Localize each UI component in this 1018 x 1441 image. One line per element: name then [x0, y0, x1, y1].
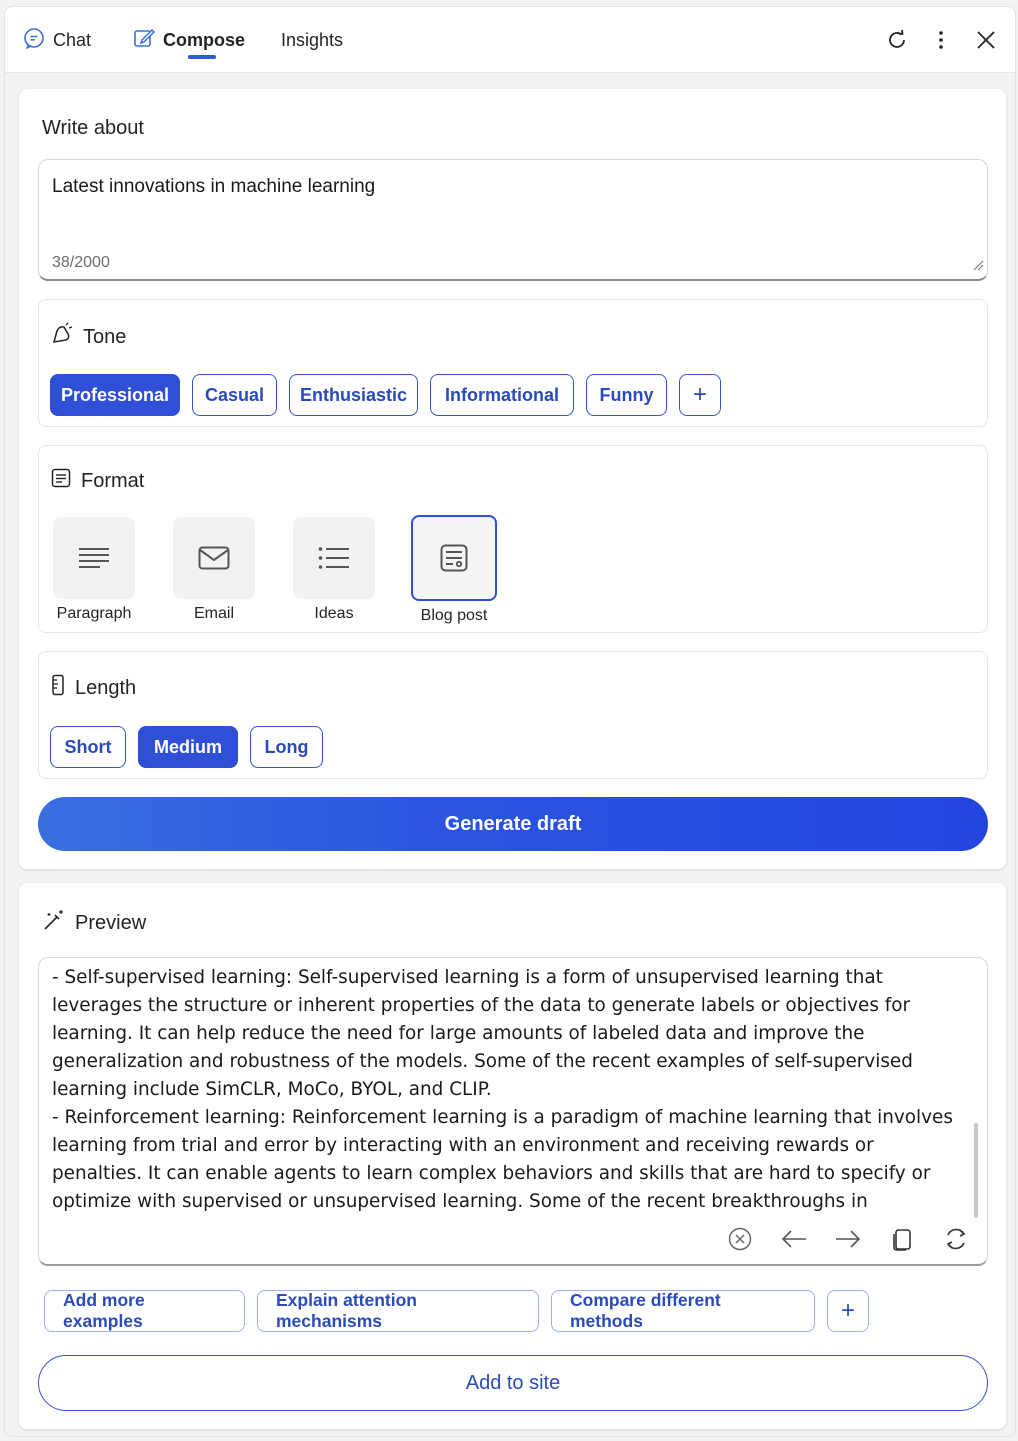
resize-handle-icon[interactable]	[972, 258, 984, 276]
format-label-paragraph: Paragraph	[56, 605, 132, 622]
length-heading: Length	[51, 674, 136, 702]
chat-icon	[23, 27, 53, 54]
length-section: Length Short Medium Long	[38, 651, 988, 779]
tab-chat[interactable]: Chat	[23, 27, 91, 53]
tab-chat-label: Chat	[53, 29, 92, 50]
format-option-blog-post[interactable]: Blog post	[411, 515, 497, 625]
length-chip-medium[interactable]: Medium	[138, 726, 238, 768]
length-chip-short[interactable]: Short	[50, 726, 126, 768]
email-icon	[173, 517, 255, 599]
suggestion-add-more-examples[interactable]: Add more examples	[44, 1290, 245, 1332]
tab-compose-label: Compose	[163, 29, 246, 50]
active-tab-indicator	[188, 55, 216, 59]
format-label-ideas: Ideas	[314, 605, 354, 622]
add-suggestion-button[interactable]: +	[827, 1290, 869, 1332]
close-icon[interactable]	[973, 27, 999, 53]
preview-toolbar	[727, 1226, 969, 1252]
write-about-input[interactable]: Latest innovations in machine learning 3…	[38, 159, 988, 281]
tone-chip-enthusiastic[interactable]: Enthusiastic	[289, 374, 418, 416]
char-counter: 38/2000	[52, 254, 110, 271]
tone-chip-casual[interactable]: Casual	[192, 374, 277, 416]
add-tone-button[interactable]: +	[679, 374, 721, 416]
format-label-email: Email	[193, 605, 234, 622]
paragraph-icon	[53, 517, 135, 599]
tone-chip-funny[interactable]: Funny	[586, 374, 667, 416]
format-heading: Format	[51, 468, 144, 494]
suggestion-explain-attention[interactable]: Explain attention mechanisms	[257, 1290, 539, 1332]
format-option-paragraph[interactable]: Paragraph	[53, 517, 135, 623]
format-label-blog-post: Blog post	[420, 607, 488, 624]
tab-insights-label: Insights	[281, 29, 344, 50]
tone-icon	[51, 322, 83, 352]
more-icon[interactable]	[928, 27, 954, 53]
tab-insights[interactable]: Insights	[281, 27, 343, 53]
list-icon	[293, 517, 375, 599]
tone-chip-professional[interactable]: Professional	[50, 374, 180, 416]
preview-output[interactable]: - Self-supervised learning: Self-supervi…	[38, 957, 988, 1266]
refresh-icon[interactable]	[884, 27, 910, 53]
format-option-email[interactable]: Email	[173, 517, 255, 623]
suggestion-compare-methods[interactable]: Compare different methods	[551, 1290, 815, 1332]
top-bar: Chat Compose Insights	[5, 7, 1015, 73]
tone-heading: Tone	[51, 322, 126, 352]
preview-scrollbar[interactable]	[974, 1123, 978, 1218]
compose-pane: Chat Compose Insights Write about Latest…	[4, 6, 1016, 1437]
ruler-icon	[51, 674, 75, 702]
compose-icon	[133, 27, 163, 54]
forward-arrow-icon[interactable]	[835, 1226, 861, 1252]
preview-text: - Self-supervised learning: Self-supervi…	[52, 967, 953, 1212]
back-arrow-icon[interactable]	[781, 1226, 807, 1252]
tone-section: Tone Professional Casual Enthusiastic In…	[38, 299, 988, 427]
magic-wand-icon	[43, 909, 75, 937]
stop-icon[interactable]	[727, 1226, 753, 1252]
add-to-site-button[interactable]: Add to site	[38, 1355, 988, 1411]
blog-post-icon	[411, 515, 497, 601]
format-icon	[51, 468, 81, 494]
write-about-value: Latest innovations in machine learning	[52, 176, 376, 197]
format-option-ideas[interactable]: Ideas	[293, 517, 375, 623]
regenerate-icon[interactable]	[943, 1226, 969, 1252]
format-section: Format Paragraph Email Ideas Blog post	[38, 445, 988, 633]
preview-heading: Preview	[43, 909, 146, 937]
compose-card: Write about Latest innovations in machin…	[19, 89, 1006, 869]
tab-compose[interactable]: Compose	[133, 27, 245, 53]
length-chip-long[interactable]: Long	[250, 726, 323, 768]
generate-draft-button[interactable]: Generate draft	[38, 797, 988, 851]
preview-card: Preview - Self-supervised learning: Self…	[19, 883, 1006, 1429]
preview-title: Preview	[75, 911, 147, 934]
tone-chip-informational[interactable]: Informational	[430, 374, 574, 416]
copy-icon[interactable]	[889, 1226, 915, 1252]
write-about-label: Write about	[42, 117, 144, 139]
length-title: Length	[75, 676, 137, 699]
format-title: Format	[81, 469, 145, 492]
tone-title: Tone	[83, 325, 127, 348]
